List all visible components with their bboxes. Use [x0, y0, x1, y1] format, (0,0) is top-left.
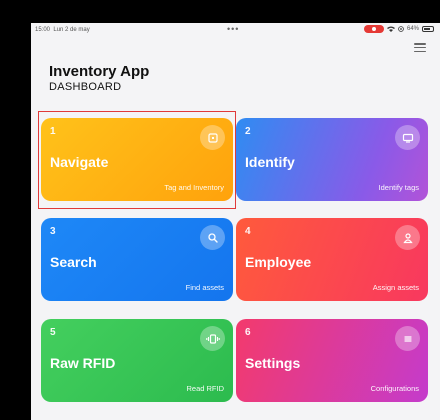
card-title: Employee: [245, 254, 312, 270]
identify-card[interactable]: 2 Identify Identify tags: [236, 118, 428, 201]
person-icon: [395, 225, 420, 250]
app-title: Inventory App: [49, 63, 150, 80]
battery-percent: 64%: [406, 26, 419, 32]
location-icon: [398, 26, 404, 32]
search-card[interactable]: 3 Search Find assets: [41, 218, 233, 301]
status-icons: 64%: [363, 25, 434, 33]
recording-indicator-icon: [363, 25, 384, 33]
card-title: Search: [50, 254, 97, 270]
card-number: 6: [245, 327, 251, 338]
card-description: Identify tags: [378, 183, 419, 192]
navigate-card[interactable]: 1 Navigate Tag and Inventory: [41, 118, 233, 201]
employee-card[interactable]: 4 Employee Assign assets: [236, 218, 428, 301]
card-description: Configurations: [370, 384, 419, 393]
status-bar: 15:00 Lun 2 de may ••• 64%: [31, 23, 440, 37]
card-number: 4: [245, 226, 251, 237]
card-description: Assign assets: [372, 283, 419, 292]
vibrate-icon: [200, 326, 225, 351]
card-title: Settings: [245, 355, 301, 371]
card-description: Tag and Inventory: [164, 183, 224, 192]
card-number: 3: [50, 226, 56, 237]
card-description: Read RFID: [186, 384, 224, 393]
card-number: 1: [50, 126, 56, 137]
card-number: 2: [245, 126, 251, 137]
wifi-icon: [386, 26, 395, 32]
card-title: Raw RFID: [50, 355, 116, 371]
card-title: Navigate: [50, 154, 109, 170]
status-time-date: 15:00 Lun 2 de may: [35, 27, 90, 33]
battery-icon: [422, 26, 434, 32]
list-icon: [395, 326, 420, 351]
app-screen: 15:00 Lun 2 de may ••• 64% Inventory App…: [31, 23, 440, 420]
raw-rfid-card[interactable]: 5 Raw RFID Read RFID: [41, 319, 233, 402]
search-icon: [200, 225, 225, 250]
multitask-dots[interactable]: •••: [227, 24, 239, 34]
settings-card[interactable]: 6 Settings Configurations: [236, 319, 428, 402]
card-title: Identify: [245, 154, 295, 170]
screen-icon: [395, 125, 420, 150]
hamburger-menu-icon[interactable]: [414, 43, 426, 52]
card-number: 5: [50, 327, 56, 338]
nfc-tag-icon: [200, 125, 225, 150]
page-subtitle: DASHBOARD: [49, 81, 122, 93]
card-description: Find assets: [185, 283, 224, 292]
